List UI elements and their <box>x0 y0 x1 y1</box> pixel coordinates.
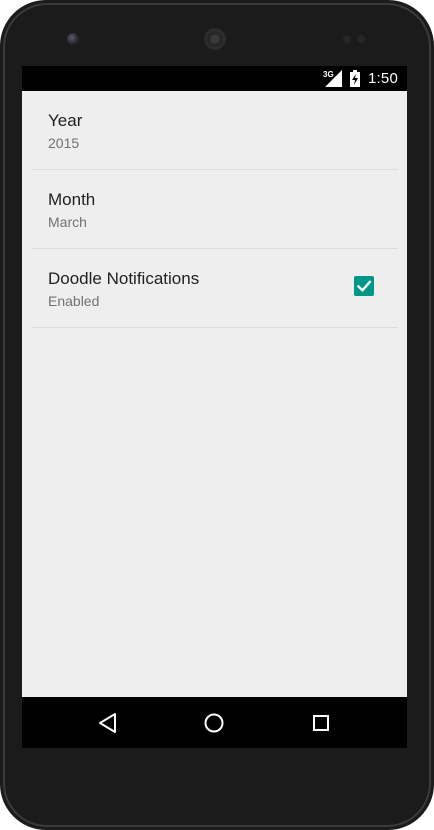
signal-icon <box>325 70 342 87</box>
recents-square-icon[interactable] <box>308 710 334 736</box>
preference-title: Doodle Notifications <box>48 269 200 288</box>
clock: 1:50 <box>368 70 398 87</box>
notifications-checkbox[interactable] <box>354 276 374 296</box>
screen: 3G 1:50 Year 2015 Month March Doodle Not… <box>22 66 407 748</box>
home-circle-icon[interactable] <box>201 710 227 736</box>
preference-title: Year <box>48 111 83 130</box>
earpiece-speaker <box>204 28 226 50</box>
checkmark-icon <box>356 280 372 293</box>
navigation-bar <box>22 697 407 748</box>
preference-summary: Enabled <box>48 293 100 309</box>
status-bar: 3G 1:50 <box>22 66 407 91</box>
back-triangle-icon[interactable] <box>95 710 121 736</box>
light-sensor <box>357 35 365 43</box>
device-frame: 3G 1:50 Year 2015 Month March Doodle Not… <box>0 0 434 830</box>
front-camera <box>67 33 79 45</box>
preferences-list: Year 2015 Month March Doodle Notificatio… <box>22 91 407 697</box>
preference-summary: March <box>48 214 87 230</box>
preference-doodle-notifications[interactable]: Doodle Notifications Enabled <box>31 249 398 328</box>
battery-icon <box>350 70 360 87</box>
preference-title: Month <box>48 190 96 209</box>
preference-summary: 2015 <box>48 135 80 151</box>
proximity-sensor <box>343 35 351 43</box>
preference-month[interactable]: Month March <box>31 170 398 249</box>
preference-year[interactable]: Year 2015 <box>31 91 398 170</box>
